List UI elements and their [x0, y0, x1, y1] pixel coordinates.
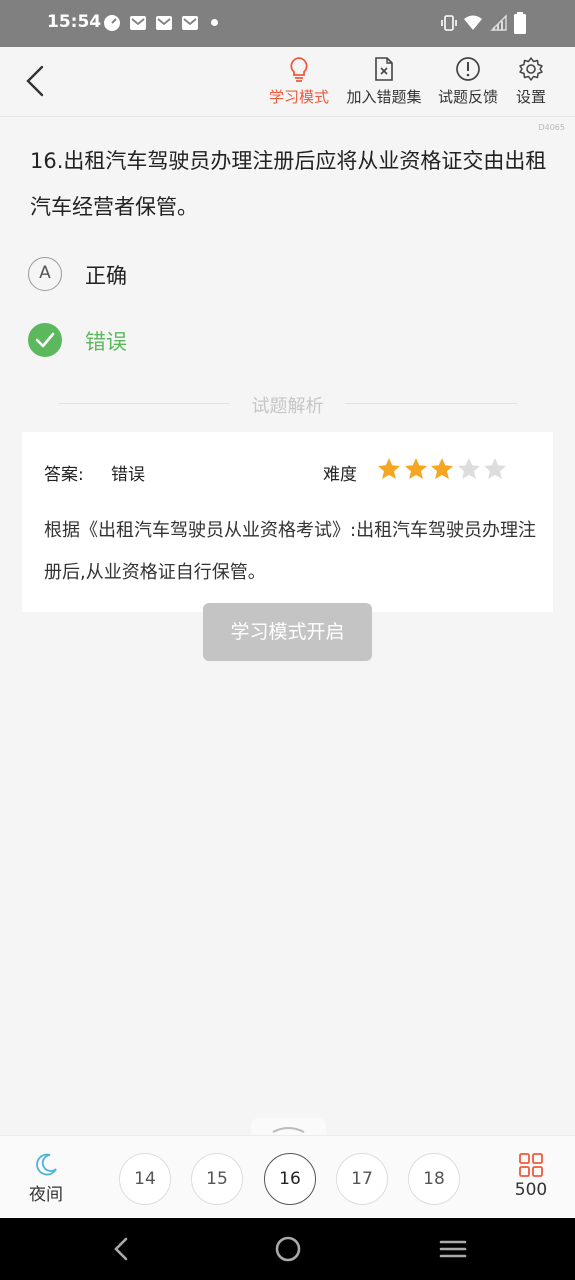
- question-text: 16.出租汽车驾驶员办理注册后应将从业资格证交由出租汽车经营者保管。: [30, 149, 547, 219]
- moon-icon: [36, 1153, 57, 1176]
- option-a-text: 正确: [85, 264, 127, 288]
- system-nav-bar: [0, 1218, 575, 1280]
- toast-message: 学习模式开启: [203, 603, 372, 661]
- feedback-button[interactable]: 试题反馈: [432, 55, 504, 113]
- night-mode-button[interactable]: 夜间: [22, 1152, 70, 1208]
- dot-icon: [211, 19, 218, 26]
- signal-icon: [490, 14, 507, 31]
- answer-label: 答案:: [44, 465, 84, 485]
- nav-menu-icon[interactable]: [438, 1234, 468, 1264]
- difficulty-label: 难度: [323, 465, 357, 485]
- page-button[interactable]: 15: [191, 1153, 243, 1205]
- star-filled-icon: [378, 458, 400, 479]
- option-a[interactable]: A 正确: [28, 255, 328, 295]
- mail-icon: [182, 16, 198, 30]
- analysis-card: 答案: 错误 难度 根据《出租汽车驾驶员从业资格考试》:出租汽车驾驶员办理注册后…: [22, 432, 553, 612]
- add-to-mistakes-button[interactable]: 加入错题集: [341, 55, 427, 113]
- star-filled-icon: [431, 458, 453, 479]
- current-page-button[interactable]: 16: [264, 1153, 316, 1205]
- answer-value: 错误: [111, 465, 145, 485]
- feedback-label: 试题反馈: [437, 88, 498, 106]
- star-empty-icon: [457, 458, 480, 479]
- analysis-text: 根据《出租汽车驾驶员从业资格考试》:出租汽车驾驶员办理注册后,从业资格证自行保管…: [44, 520, 537, 583]
- option-b[interactable]: 错误: [28, 321, 328, 361]
- vibrate-icon: [441, 15, 457, 31]
- back-arrow-icon[interactable]: [18, 61, 54, 101]
- status-time: 15:54: [47, 12, 102, 32]
- checkmark-icon: [28, 323, 62, 357]
- option-a-badge: A: [28, 257, 62, 291]
- battery-icon: [514, 12, 526, 34]
- mail-icon: [130, 16, 146, 30]
- grid-icon: [519, 1153, 543, 1177]
- night-mode-label: 夜间: [29, 1185, 63, 1205]
- page-button[interactable]: 14: [119, 1153, 171, 1205]
- nav-back-icon[interactable]: [107, 1234, 137, 1264]
- gear-icon: [519, 57, 543, 81]
- mail-icon: [156, 16, 172, 30]
- settings-label: 设置: [515, 88, 546, 106]
- question-total: 500: [514, 1180, 548, 1200]
- bottom-bar: 夜间 14 15 16 17 18 500: [0, 1135, 575, 1218]
- exclamation-circle-icon: [456, 57, 480, 81]
- header-toolbar: 学习模式 加入错题集 试题反馈 设置: [0, 47, 575, 117]
- chevron-up-icon: [272, 1127, 305, 1133]
- wifi-icon: [464, 15, 482, 30]
- study-mode-button[interactable]: 学习模式: [262, 55, 336, 113]
- study-mode-label: 学习模式: [268, 88, 329, 106]
- question-id-code: D4065: [538, 123, 565, 132]
- add-to-mistakes-label: 加入错题集: [346, 88, 422, 106]
- analysis-divider: 试题解析: [58, 390, 517, 418]
- status-bar: 15:54: [0, 0, 575, 47]
- option-b-text: 错误: [85, 330, 127, 354]
- star-empty-icon: [484, 458, 506, 479]
- difficulty-rating: [376, 456, 509, 482]
- speedometer-icon: [104, 15, 120, 31]
- document-x-icon: [375, 57, 393, 81]
- page-button[interactable]: 18: [408, 1153, 460, 1205]
- question-grid-button[interactable]: 500: [506, 1152, 556, 1210]
- page-button[interactable]: 17: [336, 1153, 388, 1205]
- settings-button[interactable]: 设置: [511, 55, 551, 113]
- analysis-section-title: 试题解析: [251, 396, 324, 417]
- lightbulb-icon: [290, 57, 308, 82]
- nav-home-icon[interactable]: [273, 1234, 303, 1264]
- star-filled-icon: [404, 458, 427, 479]
